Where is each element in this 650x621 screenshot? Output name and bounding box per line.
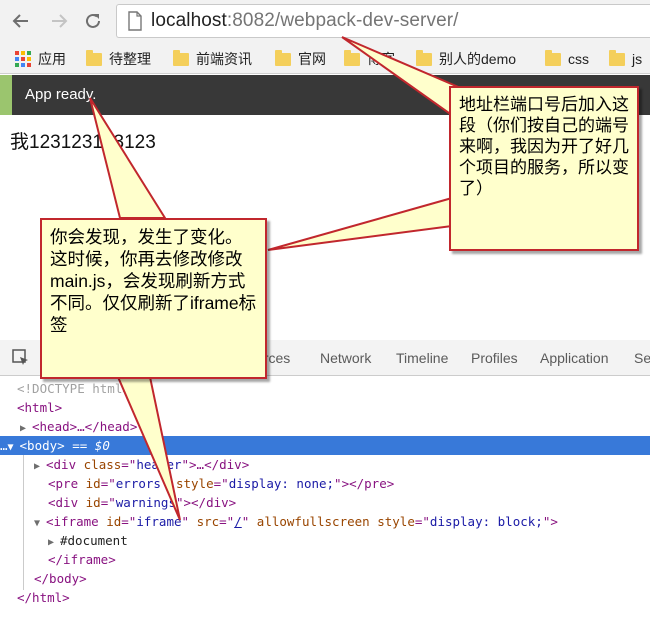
annotation-callout-iframe: 你会发现，发生了变化。这时候，你再去修改修改main.js，会发现刷新方式不同。… <box>40 218 267 379</box>
callout-pointer-status <box>89 97 167 219</box>
callout-text: 地址栏端口号后加入这段（你们按自己的端号来啊，我因为开了好几个项目的服务，所以变… <box>459 95 629 198</box>
callout-pointer-iframe <box>116 376 181 521</box>
callout-text: 你会发现，发生了变化。这时候，你再去修改修改main.js，会发现刷新方式不同。… <box>50 227 257 335</box>
callout-pointer-page <box>267 196 453 251</box>
annotation-callout-port: 地址栏端口号后加入这段（你们按自己的端号来啊，我因为开了好几个项目的服务，所以变… <box>449 86 639 251</box>
